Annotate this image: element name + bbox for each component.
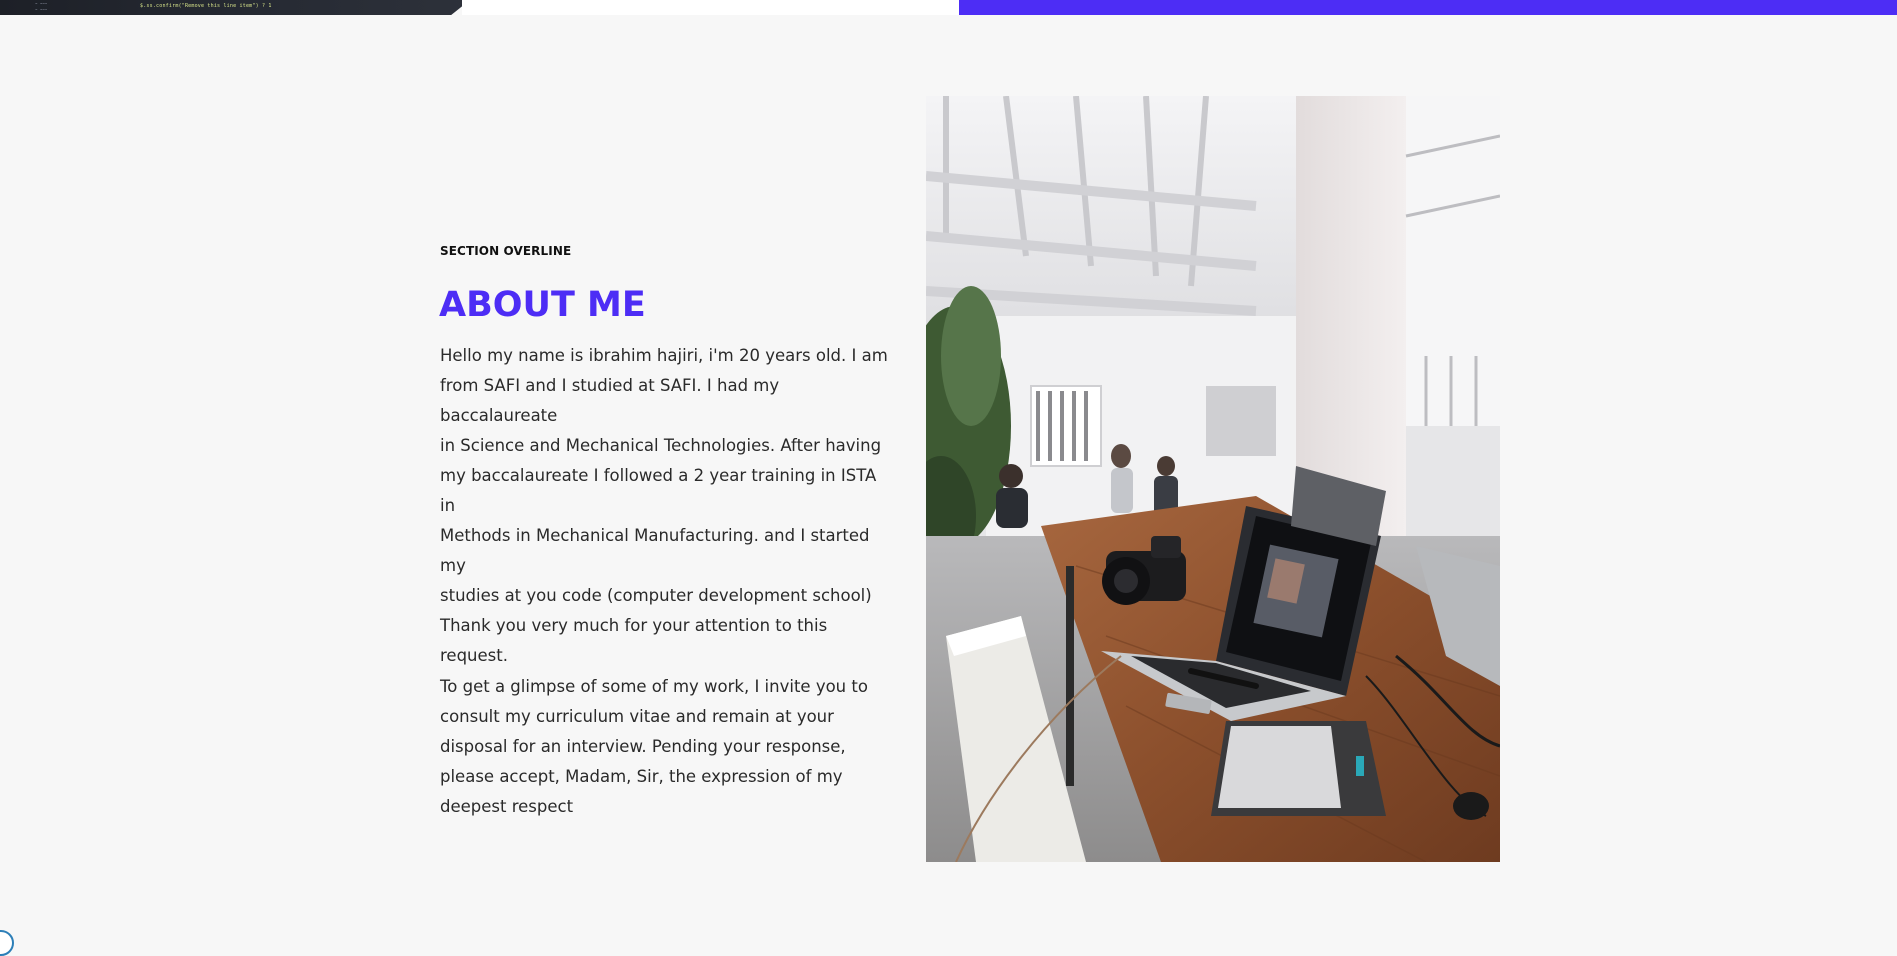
- about-photo: [926, 96, 1500, 862]
- code-screenshot-strip: ~ ~~~ ~ ~~~ $.ss.confirm("Remove this li…: [0, 0, 470, 15]
- code-snippet-text: $.ss.confirm("Remove this line item") ? …: [140, 3, 272, 9]
- chat-widget-icon[interactable]: [0, 930, 14, 956]
- workspace-photo-illustration: [926, 96, 1500, 862]
- code-gutter-decoration: ~ ~~~ ~ ~~~: [35, 1, 48, 12]
- about-bio-text: Hello my name is ibrahim hajiri, i'm 20 …: [440, 346, 888, 816]
- top-strip-light-segment: [462, 0, 959, 15]
- section-title: ABOUT ME: [439, 285, 646, 325]
- top-strip: ~ ~~~ ~ ~~~ $.ss.confirm("Remove this li…: [0, 0, 1897, 15]
- top-strip-accent-bar: [959, 0, 1897, 15]
- section-overline: SECTION OVERLINE: [440, 244, 572, 258]
